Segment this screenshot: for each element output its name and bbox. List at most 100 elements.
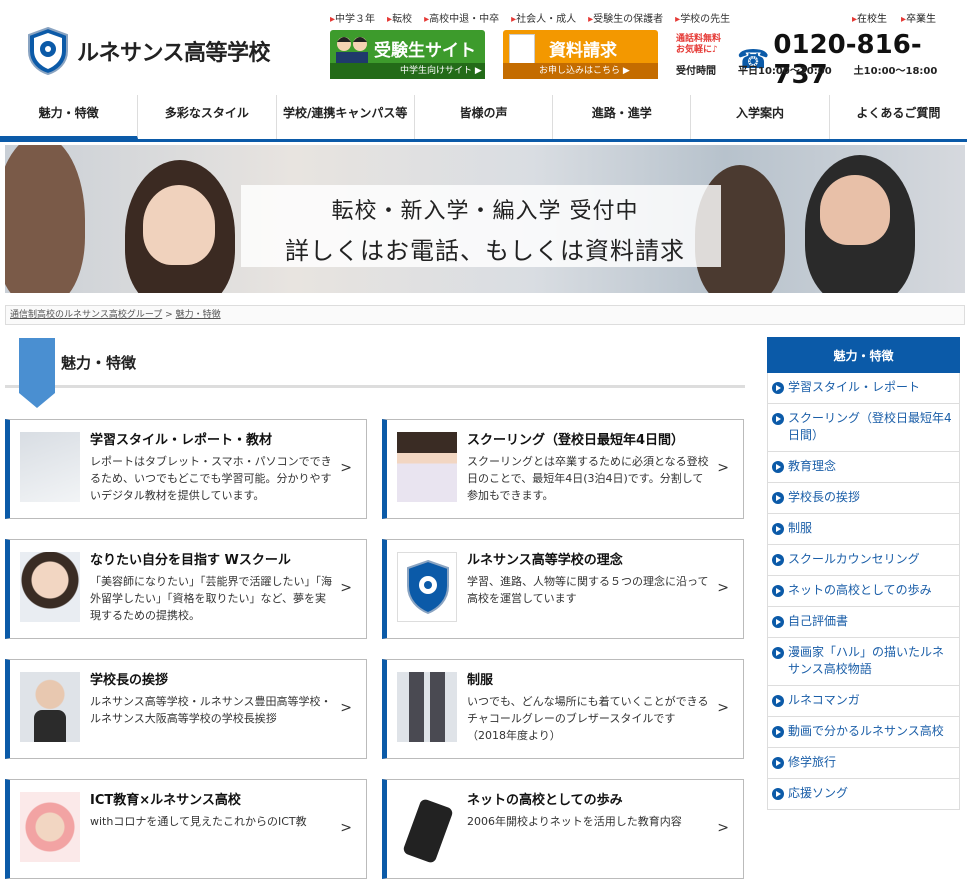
card-title: スクーリング（登校日最短年4日間）: [467, 433, 685, 448]
request-materials-sub: お申し込みはこちら ▶: [503, 63, 658, 79]
sidebar-item-school-trip[interactable]: 修学旅行: [767, 748, 960, 779]
sidebar-item-rene-manga[interactable]: ルネコマンガ: [767, 686, 960, 717]
card-title: 学校長の挨拶: [90, 673, 169, 688]
card-desc: レポートはタブレット・スマホ・パソコンでできるため、いつでもどこでも学習可能。分…: [90, 455, 332, 502]
sidebar-item-counseling[interactable]: スクールカウンセリング: [767, 545, 960, 576]
sidebar-item-song[interactable]: 応援ソング: [767, 779, 960, 810]
chevron-right-icon: >: [717, 700, 729, 716]
chevron-right-icon: >: [717, 460, 729, 476]
hours-weekday: 平日10:00～20:00: [738, 66, 832, 77]
hero-subheadline: 詳しくはお電話、もしくは資料請求: [285, 237, 685, 265]
sidebar-item-uniform[interactable]: 制服: [767, 514, 960, 545]
phone-number[interactable]: ☎ 0120-816-737: [737, 30, 967, 90]
site-header: ルネサンス高等学校 中学３年 転校 高校中退・中卒 社会人・成人 受験生の保護者…: [0, 0, 967, 95]
sidebar-item-manga-story[interactable]: 漫画家「ハル」の描いたルネサンス高校物語: [767, 638, 960, 686]
smartphone-icon: [397, 792, 457, 865]
sidebar-item-video[interactable]: 動画で分かるルネサンス高校: [767, 717, 960, 748]
breadcrumb: 通信制高校のルネサンス高校グループ > 魅力・特徴: [5, 305, 965, 325]
nav-campuses[interactable]: 学校/連携キャンパス等: [277, 95, 415, 139]
free-call-line1: 通話料無料: [676, 34, 722, 44]
sidebar-item-learning-style[interactable]: 学習スタイル・レポート: [767, 373, 960, 404]
crest-shield-icon: [407, 559, 449, 615]
chevron-right-icon: >: [340, 460, 352, 476]
card-title: ルネサンス高等学校の理念: [467, 553, 623, 568]
school-crest-icon: [28, 27, 68, 75]
breadcrumb-current[interactable]: 魅力・特徴: [176, 310, 221, 320]
sidebar-item-self-evaluation[interactable]: 自己評価書: [767, 607, 960, 638]
breadcrumb-home[interactable]: 通信制高校のルネサンス高校グループ: [10, 310, 162, 320]
sidebar-item-history[interactable]: ネットの高校としての歩み: [767, 576, 960, 607]
card-history[interactable]: ネットの高校としての歩み 2006年開校よりネットを活用した教育内容 >: [382, 779, 744, 879]
ict-photo: [20, 792, 80, 862]
card-desc: ルネサンス高等学校・ルネサンス豊田高等学校・ルネサンス大阪高等学校の学校長挨拶: [90, 695, 332, 725]
free-call-line2: お気軽に♪: [676, 45, 718, 55]
site-logo[interactable]: ルネサンス高等学校: [27, 27, 271, 75]
hero-banner[interactable]: 転校・新入学・編入学 受付中 詳しくはお電話、もしくは資料請求: [5, 145, 965, 293]
sidebar-item-principal[interactable]: 学校長の挨拶: [767, 483, 960, 514]
card-title: ICT教育×ルネサンス高校: [90, 793, 241, 808]
sidebar-heading[interactable]: 魅力・特徴: [767, 337, 960, 373]
card-ict[interactable]: ICT教育×ルネサンス高校 withコロナを通して見えたこれからのICT教 >: [5, 779, 367, 879]
card-w-school[interactable]: なりたい自分を目指す Wスクール 「美容師になりたい」「芸能界で活躍したい」「海…: [5, 539, 367, 639]
breadcrumb-separator: >: [165, 310, 173, 320]
reception-hours: 受付時間 平日10:00～20:00 土10:00～18:00: [676, 62, 937, 77]
nav-admission[interactable]: 入学案内: [691, 95, 830, 139]
nav-styles[interactable]: 多彩なスタイル: [138, 95, 277, 139]
section-heading: 魅力・特徴: [5, 338, 745, 408]
card-uniform[interactable]: 制服 いつでも、どんな場所にも着ていくことができるチャコールグレーのブレザースタ…: [382, 659, 744, 759]
chevron-right-icon: >: [340, 700, 352, 716]
card-learning-style[interactable]: 学習スタイル・レポート・教材 レポートはタブレット・スマホ・パソコンでできるため…: [5, 419, 367, 519]
hero-headline: 転校・新入学・編入学 受付中: [331, 199, 639, 224]
tablet-icon: [20, 432, 80, 502]
toplink-graduates[interactable]: 卒業生: [901, 10, 936, 25]
global-nav: 魅力・特徴 多彩なスタイル 学校/連携キャンパス等 皆様の声 進路・進学 入学案…: [0, 95, 967, 142]
section-flag-icon: [19, 338, 55, 408]
phone-number-text: 0120-816-737: [773, 30, 922, 90]
card-desc: 学習、進路、人物等に関する５つの理念に沿って高校を運営しています: [467, 575, 709, 605]
card-desc: いつでも、どんな場所にも着ていくことができるチャコールグレーのブレザースタイルで…: [467, 695, 709, 742]
chevron-right-icon: >: [717, 820, 729, 836]
toplink-parents[interactable]: 受験生の保護者: [588, 10, 663, 25]
card-schooling[interactable]: スクーリング（登校日最短年4日間） スクーリングとは卒業するために必須となる登校…: [382, 419, 744, 519]
sidebar-menu: 魅力・特徴 学習スタイル・レポート スクーリング（登校日最短年4日間） 教育理念…: [767, 337, 960, 810]
card-desc: 「美容師になりたい」「芸能界で活躍したい」「海外留学したい」「資格を取りたい」な…: [90, 575, 332, 622]
hours-label: 受付時間: [676, 66, 716, 77]
chevron-right-icon: >: [340, 580, 352, 596]
card-desc: withコロナを通して見えたこれからのICT教: [90, 815, 307, 828]
card-title: なりたい自分を目指す Wスクール: [90, 553, 291, 568]
applicant-site-sub: 中学生向けサイト ▶: [330, 63, 485, 79]
request-materials-title: 資料請求: [549, 41, 617, 61]
school-crest-icon: [397, 552, 457, 622]
principal-photo: [20, 672, 80, 742]
card-principal[interactable]: 学校長の挨拶 ルネサンス高等学校・ルネサンス豊田高等学校・ルネサンス大阪高等学校…: [5, 659, 367, 759]
request-materials-button[interactable]: 資料請求 お申し込みはこちら ▶: [503, 30, 658, 79]
toplink-transfer[interactable]: 転校: [387, 10, 412, 25]
student-links: 在校生 卒業生: [852, 10, 936, 25]
free-call-note: 通話料無料 お気軽に♪: [676, 34, 721, 56]
student-photo: [20, 552, 80, 622]
toplink-adult[interactable]: 社会人・成人: [511, 10, 576, 25]
card-title: 制服: [467, 673, 494, 688]
chevron-right-icon: >: [340, 820, 352, 836]
toplink-teachers[interactable]: 学校の先生: [675, 10, 730, 25]
toplink-dropout[interactable]: 高校中退・中卒: [424, 10, 499, 25]
section-title: 魅力・特徴: [61, 354, 137, 372]
hours-weekend: 土10:00～18:00: [853, 66, 938, 77]
chevron-right-icon: >: [717, 580, 729, 596]
sidebar-item-schooling[interactable]: スクーリング（登校日最短年4日間）: [767, 404, 960, 452]
nav-features[interactable]: 魅力・特徴: [0, 95, 139, 139]
card-title: 学習スタイル・レポート・教材: [90, 433, 273, 448]
toplink-junior-high[interactable]: 中学３年: [330, 10, 375, 25]
students-photo: [397, 432, 457, 502]
audience-links: 中学３年 転校 高校中退・中卒 社会人・成人 受験生の保護者 学校の先生: [330, 10, 730, 25]
nav-faq[interactable]: よくあるご質問: [830, 95, 967, 139]
card-philosophy[interactable]: ルネサンス高等学校の理念 学習、進路、人物等に関する５つの理念に沿って高校を運営…: [382, 539, 744, 639]
applicant-site-button[interactable]: 受験生サイト 中学生向けサイト ▶: [330, 30, 485, 79]
sidebar-item-philosophy[interactable]: 教育理念: [767, 452, 960, 483]
toplink-current-students[interactable]: 在校生: [852, 10, 887, 25]
card-title: ネットの高校としての歩み: [467, 793, 623, 808]
nav-careers[interactable]: 進路・進学: [553, 95, 692, 139]
uniform-photo: [397, 672, 457, 742]
nav-voices[interactable]: 皆様の声: [415, 95, 554, 139]
card-desc: 2006年開校よりネットを活用した教育内容: [467, 815, 682, 828]
